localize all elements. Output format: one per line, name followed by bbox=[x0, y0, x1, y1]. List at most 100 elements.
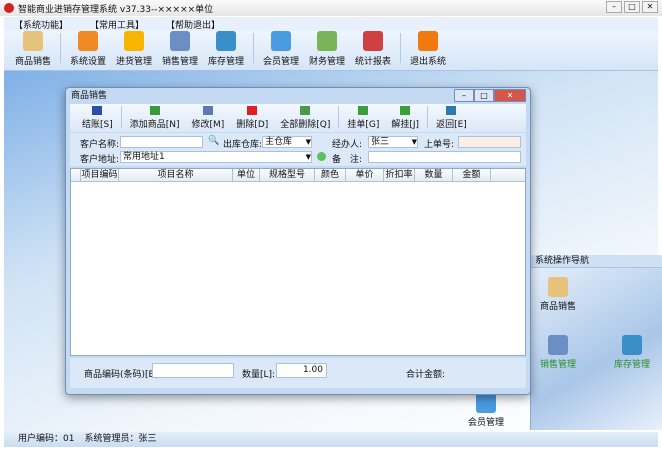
col-spec[interactable]: 规格型号 bbox=[260, 169, 315, 181]
add-address-icon[interactable] bbox=[317, 152, 326, 161]
address-select[interactable]: 常用地址1 ▼ bbox=[120, 151, 312, 163]
col-color[interactable]: 颜色 bbox=[315, 169, 346, 181]
dialog-close-button[interactable]: ✕ bbox=[494, 89, 526, 102]
add-item-icon bbox=[149, 106, 160, 115]
toolbar-sales-mgmt-button[interactable]: 销售管理 bbox=[157, 31, 203, 67]
toolbar-settings-button[interactable]: 系统设置 bbox=[65, 31, 111, 67]
exit-icon bbox=[418, 31, 438, 51]
navigation-panel: 系统操作导航 商品销售 销售管理 库存管理 会员管理 bbox=[468, 255, 662, 430]
nav-item-members[interactable]: 会员管理 bbox=[461, 393, 511, 428]
menu-help[interactable]: 【帮助退出】 bbox=[166, 18, 220, 31]
menu-tools[interactable]: 【常用工具】 bbox=[90, 18, 144, 31]
toolbar-separator bbox=[400, 33, 401, 63]
sales-icon bbox=[23, 31, 43, 51]
checkout-button[interactable]: 结账[S] bbox=[76, 106, 119, 130]
address-label: 客户地址: bbox=[80, 155, 120, 165]
toolbar-finance-button[interactable]: 财务管理 bbox=[304, 31, 350, 67]
customer-input[interactable] bbox=[120, 136, 203, 148]
dialog-minimize-button[interactable]: – bbox=[454, 89, 474, 102]
close-button[interactable]: ✕ bbox=[642, 1, 658, 13]
house-icon bbox=[622, 335, 642, 355]
delete-all-button[interactable]: 全部删除[Q] bbox=[274, 106, 336, 130]
col-price[interactable]: 单价 bbox=[346, 169, 384, 181]
barcode-label: 商品编码(条码)[B]: bbox=[84, 370, 162, 380]
order-form: 客户名称: 🔍 出库仓库: 主仓库 ▼ 经办人: 张三 ▼ 上单号: 客户地址: 常… bbox=[70, 133, 526, 166]
calculator-icon bbox=[548, 335, 568, 355]
delete-icon bbox=[247, 106, 258, 115]
handler-label: 经办人: bbox=[332, 140, 363, 150]
toolbar-separator bbox=[120, 106, 122, 128]
toolbar-separator bbox=[427, 106, 429, 128]
col-name[interactable]: 项目名称 bbox=[119, 169, 233, 181]
menu-system[interactable]: 【系统功能】 bbox=[14, 18, 68, 31]
toolbar-separator bbox=[253, 33, 254, 63]
col-amount[interactable]: 金额 bbox=[453, 169, 491, 181]
delete-button[interactable]: 删除[D] bbox=[230, 106, 274, 130]
sales-dialog: 商品销售 – □ ✕ 结账[S] 添加商品[N] 修改[M] 删除[D] 全部删除[Q] 挂单… bbox=[65, 87, 531, 395]
menu-bar: 【系统功能】 【常用工具】 【帮助退出】 bbox=[4, 17, 658, 31]
toolbar-exit-button[interactable]: 退出系统 bbox=[405, 31, 451, 67]
back-button[interactable]: 返回[E] bbox=[430, 106, 473, 130]
checkout-icon bbox=[92, 106, 103, 115]
toolbar-purchase-button[interactable]: 进货管理 bbox=[111, 31, 157, 67]
main-toolbar: 商品销售 系统设置 进货管理 销售管理 库存管理 会员管理 财务管理 统计报表 退出系统 bbox=[4, 31, 658, 71]
back-icon bbox=[446, 106, 457, 115]
warehouse-select[interactable]: 主仓库 ▼ bbox=[262, 136, 312, 148]
col-qty[interactable]: 数量 bbox=[415, 169, 453, 181]
finance-icon bbox=[317, 31, 337, 51]
total-label: 合计金额: bbox=[406, 370, 446, 380]
items-table: 项目编码 项目名称 单位 规格型号 颜色 单价 折扣率 数量 金额 bbox=[70, 168, 526, 356]
toolbar-sales-button[interactable]: 商品销售 bbox=[10, 31, 56, 67]
edit-icon bbox=[202, 106, 213, 115]
hold-button[interactable]: 挂单[G] bbox=[341, 106, 385, 130]
prev-order-input[interactable] bbox=[458, 136, 521, 148]
reports-icon bbox=[363, 31, 383, 51]
note-input[interactable] bbox=[368, 151, 521, 163]
status-user-code: 用户编码：01 bbox=[18, 434, 75, 444]
sales-icon bbox=[548, 277, 568, 297]
col-discount[interactable]: 折扣率 bbox=[384, 169, 415, 181]
settings-icon bbox=[78, 31, 98, 51]
note-label: 备 注: bbox=[332, 155, 363, 165]
col-code[interactable]: 项目编码 bbox=[81, 169, 119, 181]
dialog-toolbar: 结账[S] 添加商品[N] 修改[M] 删除[D] 全部删除[Q] 挂单[G] 解挂[J] 返… bbox=[70, 104, 526, 132]
window-titlebar: 智能商业进销存管理系统 v37.33--×××××单位 – □ ✕ bbox=[0, 0, 662, 16]
chevron-down-icon: ▼ bbox=[305, 153, 311, 161]
warehouse-label: 出库仓库: bbox=[223, 140, 263, 150]
unhold-icon bbox=[400, 106, 411, 115]
nav-title: 系统操作导航 bbox=[531, 255, 662, 268]
barcode-input[interactable] bbox=[152, 363, 234, 378]
delete-all-icon bbox=[300, 106, 311, 115]
chevron-down-icon: ▼ bbox=[305, 138, 311, 146]
col-unit[interactable]: 单位 bbox=[233, 169, 260, 181]
window-title: 智能商业进销存管理系统 v37.33--×××××单位 bbox=[18, 4, 214, 15]
hold-icon bbox=[358, 106, 369, 115]
edit-button[interactable]: 修改[M] bbox=[186, 106, 231, 130]
maximize-button[interactable]: □ bbox=[624, 1, 640, 13]
add-item-button[interactable]: 添加商品[N] bbox=[124, 106, 186, 130]
unhold-button[interactable]: 解挂[J] bbox=[385, 106, 425, 130]
nav-item-sales-mgmt[interactable]: 销售管理 bbox=[533, 335, 583, 370]
status-bar: 用户编码：01 系统管理员：张三 bbox=[4, 432, 658, 447]
status-admin: 系统管理员：张三 bbox=[84, 434, 157, 444]
handler-select[interactable]: 张三 ▼ bbox=[368, 136, 418, 148]
toolbar-reports-button[interactable]: 统计报表 bbox=[350, 31, 396, 67]
members-icon bbox=[271, 31, 291, 51]
minimize-button[interactable]: – bbox=[606, 1, 622, 13]
table-header: 项目编码 项目名称 单位 规格型号 颜色 单价 折扣率 数量 金额 bbox=[71, 169, 525, 182]
monitor-icon bbox=[476, 393, 496, 413]
customer-label: 客户名称: bbox=[80, 140, 120, 150]
qty-label: 数量[L]: bbox=[242, 370, 276, 380]
nav-item-inventory[interactable]: 库存管理 bbox=[607, 335, 657, 370]
nav-item-sales[interactable]: 商品销售 bbox=[533, 277, 583, 312]
toolbar-separator bbox=[60, 33, 61, 63]
qty-input[interactable]: 1.00 bbox=[276, 363, 327, 378]
app-logo-icon bbox=[4, 3, 14, 13]
toolbar-inventory-button[interactable]: 库存管理 bbox=[203, 31, 249, 67]
dialog-maximize-button[interactable]: □ bbox=[474, 89, 494, 102]
sales-mgmt-icon bbox=[170, 31, 190, 51]
toolbar-members-button[interactable]: 会员管理 bbox=[258, 31, 304, 67]
toolbar-separator bbox=[338, 106, 340, 128]
prev-order-label: 上单号: bbox=[424, 140, 455, 150]
search-icon[interactable]: 🔍 bbox=[208, 136, 219, 146]
